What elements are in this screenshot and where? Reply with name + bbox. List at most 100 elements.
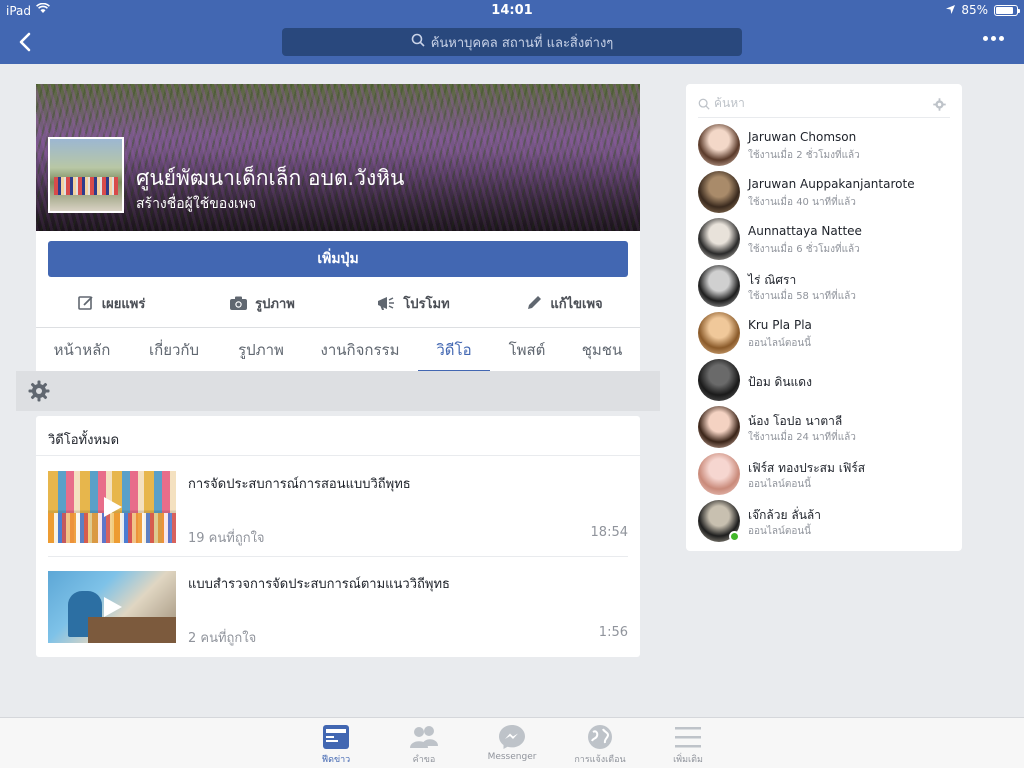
tab-news-feed[interactable]: ฟีดข่าว bbox=[296, 724, 376, 766]
tab-about[interactable]: เกี่ยวกับ bbox=[128, 328, 220, 372]
video-item[interactable]: การจัดประสบการณ์การสอนแบบวิถีพุทธ 19 คนท… bbox=[48, 471, 628, 546]
contact-item[interactable]: Jaruwan Auppakanjantarote ใช้งานเมื่อ 40 … bbox=[698, 171, 950, 215]
tab-community[interactable]: ชุมชน bbox=[564, 328, 640, 372]
photo-action[interactable]: รูปภาพ bbox=[187, 286, 338, 320]
contact-status: ออนไลน์ตอนนี้ bbox=[748, 526, 812, 537]
page-name: ศูนย์พัฒนาเด็กเล็ก อบต.วังหิน bbox=[136, 166, 405, 190]
location-arrow-icon bbox=[946, 3, 956, 17]
contact-item[interactable]: Jaruwan Chomson ใช้งานเมื่อ 2 ชั่วโมงที่แ… bbox=[698, 124, 950, 168]
tab-events[interactable]: งานกิจกรรม bbox=[302, 328, 418, 372]
messenger-icon bbox=[499, 725, 525, 749]
video-thumbnail[interactable] bbox=[48, 471, 176, 543]
tab-label: คำขอ bbox=[412, 755, 436, 765]
status-bar: iPad 14:01 85% bbox=[0, 0, 1024, 22]
more-options-button[interactable] bbox=[983, 36, 1004, 41]
tab-notifications[interactable]: การแจ้งเตือน bbox=[560, 724, 640, 766]
tab-messenger[interactable]: Messenger bbox=[472, 724, 552, 762]
tab-friend-requests[interactable]: คำขอ bbox=[384, 724, 464, 766]
contact-status: ใช้งานเมื่อ 24 นาทีที่แล้ว bbox=[748, 432, 856, 443]
contact-status: ออนไลน์ตอนนี้ bbox=[748, 338, 812, 349]
edit-page-label: แก้ไขเพจ bbox=[550, 296, 603, 312]
friend-requests-icon bbox=[410, 726, 438, 748]
videos-section-title: วิดีโอทั้งหมด bbox=[36, 416, 640, 456]
contact-item[interactable]: ป้อม ดินแดง bbox=[698, 359, 950, 403]
video-duration: 18:54 bbox=[590, 525, 628, 540]
back-button[interactable] bbox=[14, 30, 38, 54]
contacts-search-input[interactable]: ค้นหา bbox=[698, 90, 950, 118]
profile-picture[interactable] bbox=[48, 137, 124, 213]
tab-label: การแจ้งเตือน bbox=[574, 755, 626, 765]
avatar bbox=[698, 124, 740, 166]
camera-icon bbox=[230, 296, 248, 310]
tab-posts[interactable]: โพสต์ bbox=[490, 328, 564, 372]
avatar bbox=[698, 406, 740, 448]
tab-label: ฟีดข่าว bbox=[321, 755, 351, 765]
contact-name: Kru Pla Pla bbox=[748, 318, 812, 332]
contacts-settings-gear-icon[interactable] bbox=[933, 98, 946, 114]
contact-item[interactable]: Aunnattaya Nattee ใช้งานเมื่อ 6 ชั่วโมงที… bbox=[698, 218, 950, 262]
news-feed-icon bbox=[323, 725, 349, 749]
contact-name: เจ๊กล้วย ลั่นล้า bbox=[748, 508, 821, 522]
tab-videos[interactable]: วิดีโอ bbox=[418, 328, 490, 372]
play-icon bbox=[104, 497, 122, 517]
compose-icon bbox=[77, 296, 93, 310]
chevron-left-icon bbox=[19, 32, 31, 52]
video-title[interactable]: แบบสำรวจการจัดประสบการณ์ตามแนววิถีพุทธ bbox=[188, 573, 450, 594]
search-placeholder: ค้นหาบุคคล สถานที่ และสิ่งต่างๆ bbox=[430, 35, 614, 51]
contact-name: ไร่ ณิศรา bbox=[748, 273, 797, 287]
tab-home[interactable]: หน้าหลัก bbox=[36, 328, 128, 372]
avatar bbox=[698, 453, 740, 495]
cover-photo[interactable] bbox=[36, 84, 640, 231]
contact-item[interactable]: ไร่ ณิศราใช้งานเมื่อ 58 นาทีที่แล้ว bbox=[698, 265, 950, 309]
search-icon bbox=[411, 33, 425, 51]
contact-name: Jaruwan Chomson bbox=[748, 130, 857, 144]
tab-more[interactable]: เพิ่มเติม bbox=[648, 724, 728, 766]
battery-percent: 85% bbox=[961, 3, 988, 17]
contact-status: ใช้งานเมื่อ 6 ชั่วโมงที่แล้ว bbox=[748, 244, 860, 255]
online-indicator bbox=[729, 531, 740, 542]
avatar bbox=[698, 265, 740, 307]
video-thumbnail[interactable] bbox=[48, 571, 176, 643]
pencil-icon bbox=[528, 296, 542, 309]
top-navigation-bar: iPad 14:01 85% ค้นหาบุคคล สถานที่ และสิ่… bbox=[0, 0, 1024, 64]
create-username-link[interactable]: สร้างชื่อผู้ใช้ของเพจ bbox=[136, 193, 256, 215]
add-button[interactable]: เพิ่มปุ่ม bbox=[48, 241, 628, 277]
contact-name: Aunnattaya Nattee bbox=[748, 224, 862, 238]
video-item[interactable]: แบบสำรวจการจัดประสบการณ์ตามแนววิถีพุทธ 2… bbox=[48, 571, 628, 646]
contacts-panel: ค้นหา Jaruwan Chomson ใช้งานเมื่อ 2 ชั่วโ… bbox=[686, 84, 962, 551]
edit-page-action[interactable]: แก้ไขเพจ bbox=[489, 286, 640, 320]
contact-item[interactable]: น้อง โอปอ นาตาลีใช้งานเมื่อ 24 นาทีที่แล… bbox=[698, 406, 950, 450]
contacts-search-placeholder: ค้นหา bbox=[714, 96, 745, 110]
avatar bbox=[698, 312, 740, 354]
menu-icon bbox=[675, 727, 701, 748]
contact-status: ใช้งานเมื่อ 40 นาทีที่แล้ว bbox=[748, 197, 856, 208]
contact-item[interactable]: Kru Pla Pla ออนไลน์ตอนนี้ bbox=[698, 312, 950, 356]
divider bbox=[48, 556, 628, 557]
page-actions: เผยแพร่ รูปภาพ โปรโมท แก้ไขเพจ bbox=[36, 286, 640, 320]
contact-status: ใช้งานเมื่อ 58 นาทีที่แล้ว bbox=[748, 291, 856, 302]
contact-item[interactable]: เจ๊กล้วย ลั่นล้าออนไลน์ตอนนี้ bbox=[698, 500, 950, 544]
tab-photos[interactable]: รูปภาพ bbox=[220, 328, 302, 372]
videos-card: วิดีโอทั้งหมด การจัดประสบการณ์การสอนแบบว… bbox=[36, 416, 640, 657]
video-title[interactable]: การจัดประสบการณ์การสอนแบบวิถีพุทธ bbox=[188, 473, 411, 494]
bottom-tab-bar: ฟีดข่าว คำขอ Messenger การแจ้งเตือน เพิ่… bbox=[0, 717, 1024, 768]
video-likes: 19 คนที่ถูกใจ bbox=[188, 531, 265, 546]
contact-name: ป้อม ดินแดง bbox=[748, 375, 812, 389]
megaphone-icon bbox=[378, 297, 395, 310]
avatar bbox=[698, 218, 740, 260]
contact-name: น้อง โอปอ นาตาลี bbox=[748, 414, 843, 428]
page-header-card: ศูนย์พัฒนาเด็กเล็ก อบต.วังหิน สร้างชื่อผ… bbox=[36, 84, 640, 372]
search-input[interactable]: ค้นหาบุคคล สถานที่ และสิ่งต่างๆ bbox=[282, 28, 742, 56]
page-tabs: หน้าหลัก เกี่ยวกับ รูปภาพ งานกิจกรรม วิด… bbox=[36, 327, 640, 372]
settings-gear-icon[interactable] bbox=[28, 380, 50, 406]
promote-action[interactable]: โปรโมท bbox=[338, 286, 489, 320]
contact-status: ใช้งานเมื่อ 2 ชั่วโมงที่แล้ว bbox=[748, 150, 860, 161]
video-duration: 1:56 bbox=[598, 625, 628, 640]
search-icon bbox=[698, 98, 710, 110]
tab-label: เพิ่มเติม bbox=[673, 755, 703, 765]
play-icon bbox=[104, 597, 122, 617]
status-right: 85% bbox=[946, 3, 1020, 17]
avatar bbox=[698, 171, 740, 213]
publish-action[interactable]: เผยแพร่ bbox=[36, 286, 187, 320]
contact-item[interactable]: เฟิร์ส ทองประสม เฟิร์ส ออนไลน์ตอนนี้ bbox=[698, 453, 950, 497]
